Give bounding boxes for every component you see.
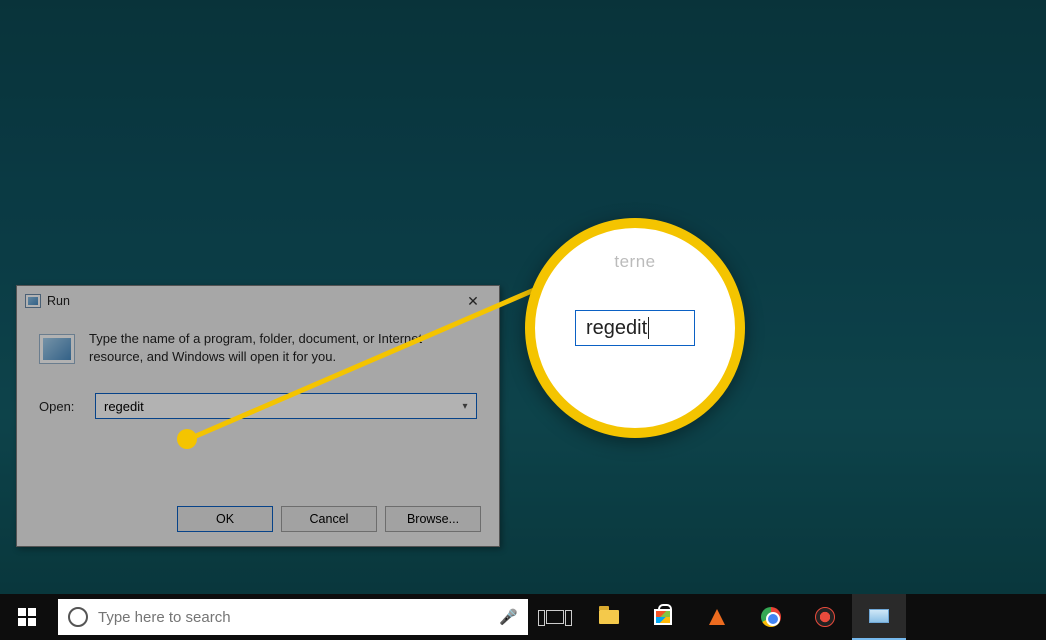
chrome-button[interactable] [744,594,798,640]
run-dialog[interactable]: Run ✕ Type the name of a program, folder… [16,285,500,547]
file-explorer-button[interactable] [582,594,636,640]
microphone-icon[interactable]: 🎤 [499,608,518,626]
zoom-input-value: regedit [586,317,647,340]
chrome-icon [761,607,781,627]
microsoft-store-button[interactable] [636,594,690,640]
start-button[interactable] [0,594,54,640]
settings-app-button[interactable] [798,594,852,640]
taskbar-search-input[interactable] [98,609,489,626]
run-program-icon [39,334,75,364]
run-button-row: OK Cancel Browse... [17,492,499,546]
ok-button[interactable]: OK [177,506,273,532]
zoom-callout: terne regedit [525,218,745,438]
zoom-input-preview: regedit [575,310,695,346]
open-combobox[interactable]: ▾ [95,393,477,419]
explorer-window-button[interactable] [852,594,906,640]
run-description: Type the name of a program, folder, docu… [89,330,449,365]
taskbar: 🎤 [0,594,1046,640]
folder-icon [599,610,619,624]
run-title: Run [47,294,70,308]
taskbar-search[interactable]: 🎤 [58,599,528,635]
store-icon [654,609,672,625]
explorer-icon [869,609,889,623]
cortana-icon [68,607,88,627]
zoom-fragment-text: terne [614,252,655,272]
open-input[interactable] [96,399,454,414]
close-icon[interactable]: ✕ [451,287,495,315]
cancel-button[interactable]: Cancel [281,506,377,532]
gear-icon [815,607,835,627]
windows-logo-icon [18,608,36,626]
vlc-button[interactable] [690,594,744,640]
open-label: Open: [39,399,83,414]
run-titlebar[interactable]: Run ✕ [17,286,499,316]
task-view-button[interactable] [528,594,582,640]
run-icon [25,294,41,308]
highlight-dot [177,429,197,449]
text-caret [648,317,649,339]
vlc-icon [709,609,725,625]
chevron-down-icon[interactable]: ▾ [454,394,476,418]
browse-button[interactable]: Browse... [385,506,481,532]
task-view-icon [546,610,564,624]
